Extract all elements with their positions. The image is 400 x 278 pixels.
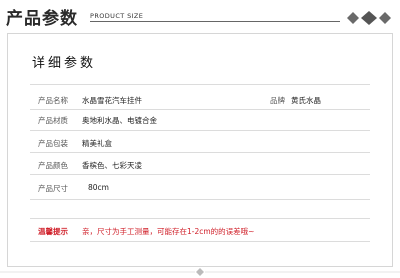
param-label: 产品颜色 — [38, 161, 68, 170]
param-value: 80cm — [88, 183, 109, 192]
divider — [30, 199, 370, 200]
divider — [30, 84, 370, 85]
param-row-packaging: 产品包装 精美礼盒 — [30, 135, 370, 153]
divider — [30, 109, 370, 110]
brand-value: 黄氏水晶 — [291, 96, 321, 105]
card-title: 详细参数 — [32, 56, 97, 71]
param-label: 产品包装 — [38, 139, 68, 148]
header-rule — [90, 21, 340, 22]
divider — [30, 152, 370, 153]
param-value: 水晶雪花汽车挂件 — [82, 96, 142, 105]
divider — [30, 241, 370, 242]
divider — [30, 218, 370, 219]
divider — [30, 174, 370, 175]
param-row-color: 产品颜色 香槟色、七彩天凌 — [30, 157, 370, 175]
param-label: 产品材质 — [38, 116, 68, 125]
param-value: 精美礼盒 — [82, 139, 112, 148]
param-value: 香槟色、七彩天凌 — [82, 161, 142, 170]
divider — [30, 130, 370, 131]
param-label: 产品尺寸 — [38, 184, 68, 193]
param-row-size: 产品尺寸 80cm — [30, 180, 370, 198]
param-row-material: 产品材质 奥地利水晶、电镀合金 — [30, 112, 370, 130]
brand-label: 品牌 — [270, 96, 285, 105]
bottom-ornament-icon — [0, 268, 400, 276]
param-row-name: 产品名称 水晶雪花汽车挂件 品牌 黄氏水晶 — [30, 92, 370, 110]
diamond-ornament-icon — [347, 11, 391, 25]
section-subtitle: PRODUCT SIZE — [90, 12, 144, 20]
tip-label: 温馨提示 — [38, 227, 68, 236]
param-value: 奥地利水晶、电镀合金 — [82, 116, 157, 125]
section-header: 产品参数 PRODUCT SIZE — [0, 0, 400, 30]
tip-text: 亲，尺寸为手工测量，可能存在1-2cm的的误差哦~ — [82, 227, 255, 236]
param-label: 产品名称 — [38, 96, 68, 105]
section-title: 产品参数 — [6, 9, 78, 29]
